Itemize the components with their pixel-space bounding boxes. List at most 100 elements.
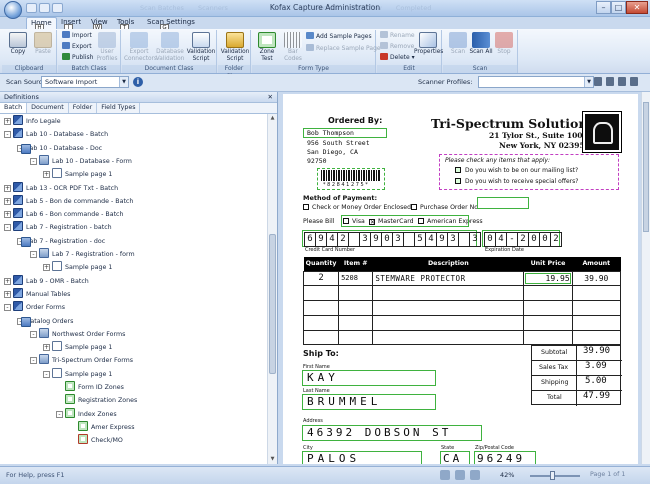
rename-button[interactable]: Rename <box>380 31 415 40</box>
tree-node[interactable]: - Lab 10 - Database - Batch <box>4 128 108 141</box>
tree-node[interactable]: - Northwest Order Forms <box>30 327 125 341</box>
import-button[interactable]: Import <box>62 31 92 40</box>
collapse-icon[interactable]: - <box>4 224 11 232</box>
delete-profile-icon[interactable] <box>618 77 626 86</box>
scroll-up-icon[interactable]: ▲ <box>269 115 276 122</box>
document-scrollbar[interactable] <box>641 92 650 464</box>
remove-button[interactable]: Remove <box>380 42 414 51</box>
zone-payment-type[interactable] <box>341 215 469 227</box>
collapse-icon[interactable]: - <box>56 410 63 418</box>
tree-node[interactable]: + Lab 13 - OCR PDF Txt - Batch <box>4 181 118 195</box>
tree-node[interactable]: + Sample page 1 <box>43 168 112 181</box>
tree-node[interactable]: - Lab 7 - Registration - form <box>30 248 135 261</box>
tab-document[interactable]: Document <box>27 103 69 113</box>
properties-button[interactable]: Properties <box>414 31 443 63</box>
expand-icon[interactable]: + <box>43 171 50 179</box>
tree-node[interactable]: -Lab 7 - Registration - doc <box>17 235 105 248</box>
tree-node[interactable]: + Sample page 1 <box>43 341 112 354</box>
export-button[interactable]: Export <box>62 42 92 51</box>
tree-node[interactable]: Registration Zones <box>56 394 137 407</box>
collapse-icon[interactable]: - <box>4 131 11 139</box>
tab-batch[interactable]: Batch <box>0 103 28 113</box>
mailing-list-option[interactable]: Do you wish to be on our mailing list? <box>455 167 578 174</box>
tree-node[interactable]: Check/MO <box>69 434 123 447</box>
fit-width-icon[interactable] <box>455 470 465 480</box>
collapse-icon[interactable]: - <box>30 357 37 365</box>
special-offers-option[interactable]: Do you wish to receive special offers? <box>455 178 578 185</box>
replace-sample-page-button[interactable]: Replace Sample Page <box>306 44 381 53</box>
scrollbar-thumb[interactable] <box>269 234 276 374</box>
scanner-profiles-select[interactable]: ▼ <box>478 76 594 88</box>
tree-node[interactable]: Form ID Zones <box>56 381 124 394</box>
info-icon[interactable]: i <box>133 77 143 87</box>
zone-po-number[interactable] <box>477 197 529 209</box>
collapse-icon[interactable]: - <box>43 370 50 378</box>
collapse-icon[interactable]: - <box>30 330 37 338</box>
definitions-tree: +Info Legale-Lab 10 - Database - Batch-L… <box>0 114 268 464</box>
save-as-icon[interactable] <box>606 77 614 86</box>
tree-node[interactable]: - Lab 10 - Database - Form <box>30 154 132 168</box>
tree-node[interactable]: -Lab 10 - Database - Doc <box>17 142 102 155</box>
scan-panel: Ordered By: Bob Thompson 956 South Stree… <box>279 92 650 464</box>
tab-field-types[interactable]: Field Types <box>97 103 141 113</box>
expand-icon[interactable]: + <box>4 277 11 285</box>
close-icon[interactable]: ✕ <box>268 92 273 103</box>
stop-button[interactable]: Stop <box>491 31 517 63</box>
purchase-order-option[interactable]: Purchase Order No. <box>411 204 480 211</box>
expand-icon[interactable]: + <box>4 211 11 219</box>
tree-node[interactable]: Amer Express <box>69 420 135 434</box>
collapse-icon[interactable]: - <box>30 157 37 165</box>
document-validation-script-button[interactable]: Validation Script <box>186 31 216 63</box>
zoom-slider[interactable] <box>530 471 580 480</box>
tree-node[interactable]: - Tri-Spectrum Order Forms <box>30 354 133 367</box>
tree-node[interactable]: + Manual Tables <box>4 287 70 301</box>
fit-page-icon[interactable] <box>440 470 450 480</box>
export-connectors-button[interactable]: Export Connectors <box>124 31 157 63</box>
expand-icon[interactable]: + <box>4 118 11 125</box>
database-validation-button[interactable]: Database Validation <box>155 31 185 63</box>
publish-button[interactable]: Publish <box>62 53 93 62</box>
add-sample-pages-button[interactable]: Add Sample Pages <box>306 32 372 41</box>
user-profiles-button[interactable]: User Profiles <box>94 31 120 63</box>
help-icon[interactable] <box>630 77 638 86</box>
save-profile-icon[interactable] <box>594 77 602 86</box>
expand-icon[interactable]: + <box>4 290 11 298</box>
tree-node[interactable]: + Info Legale <box>4 115 61 128</box>
minimize-button[interactable]: – <box>596 1 611 14</box>
delete-button[interactable]: Delete ▾ <box>380 53 415 62</box>
bar-codes-button[interactable]: Bar Codes <box>280 31 306 63</box>
tree-node[interactable]: - Sample page 1 <box>43 367 112 381</box>
batch-icon <box>13 208 23 219</box>
tree-scrollbar[interactable]: ▲ ▼ <box>267 114 277 464</box>
tab-scan-settings[interactable]: Scan Settings <box>143 17 199 29</box>
form-icon <box>39 154 49 165</box>
collapse-icon[interactable]: - <box>30 251 37 258</box>
tree-node[interactable]: -Catalog Orders <box>17 315 73 328</box>
expand-icon[interactable]: + <box>4 184 11 192</box>
tree-node[interactable]: + Lab 6 - Bon commande - Batch <box>4 208 124 221</box>
zone-test-button[interactable]: Zone Test <box>254 31 280 63</box>
scroll-down-icon[interactable]: ▼ <box>269 456 276 463</box>
scrollbar-thumb[interactable] <box>643 102 649 232</box>
tab-folder[interactable]: Folder <box>69 103 98 113</box>
collapse-icon[interactable]: - <box>4 304 11 312</box>
tree-node[interactable]: + Sample page 1 <box>43 261 112 274</box>
expand-icon[interactable]: + <box>43 264 50 272</box>
tree-node[interactable]: + Lab 5 - Bon de commande - Batch <box>4 194 133 208</box>
maximize-button[interactable]: □ <box>611 1 626 14</box>
folder-validation-script-button[interactable]: Validation Script <box>220 31 250 63</box>
zoom-slider-thumb[interactable] <box>550 471 555 480</box>
tree-node[interactable]: - Lab 7 - Registration - batch <box>4 221 112 234</box>
actual-size-icon[interactable] <box>470 470 480 480</box>
expand-icon[interactable]: + <box>43 344 50 352</box>
expand-icon[interactable]: + <box>4 197 11 205</box>
close-button[interactable]: ✕ <box>626 1 648 14</box>
tree-node[interactable]: - Index Zones <box>56 407 117 421</box>
copy-button[interactable]: Copy <box>5 31 31 63</box>
check-money-option[interactable]: Check or Money Order Enclosed <box>303 204 411 211</box>
barcode-icon <box>284 32 302 48</box>
tree-node[interactable]: + Lab 9 - OMR - Batch <box>4 274 89 288</box>
paste-button[interactable]: Paste <box>30 31 56 63</box>
scan-source-select[interactable]: Software Import ▼ <box>41 76 129 88</box>
tree-node[interactable]: - Order Forms <box>4 301 65 314</box>
